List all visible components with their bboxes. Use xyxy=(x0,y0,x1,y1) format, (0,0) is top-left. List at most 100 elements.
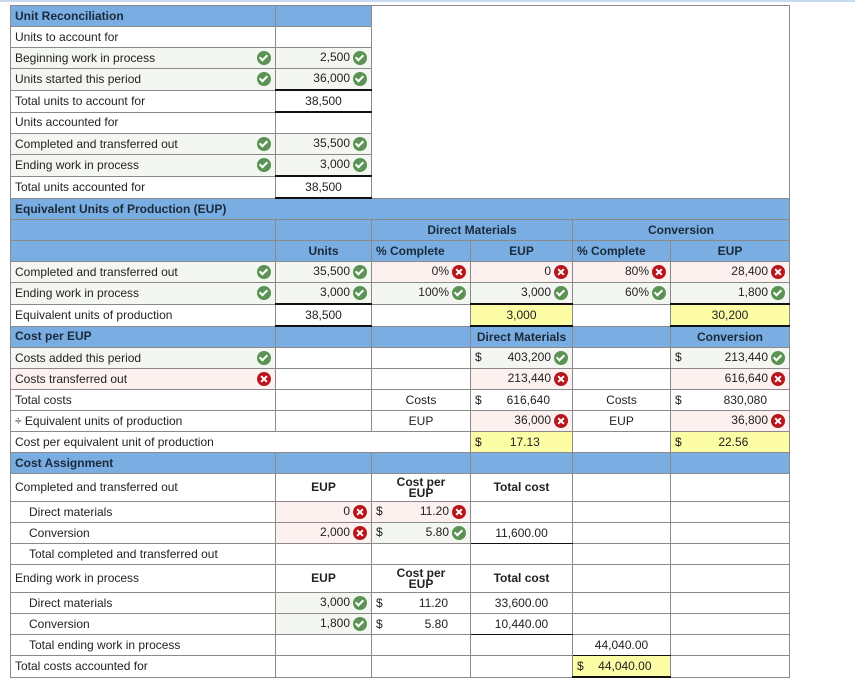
conv-pct-input[interactable]: 80% xyxy=(572,261,671,283)
table-row: Direct materials 3,000 $11.20 33,600.00 xyxy=(10,592,790,614)
row-label-cell[interactable]: Units started this period xyxy=(10,68,276,91)
col-header-eup: EUP xyxy=(275,564,372,593)
eup-group-header: Direct Materials Conversion xyxy=(10,219,790,241)
total-value: 38,500 xyxy=(275,175,372,199)
total-conv-eup: 30,200 xyxy=(670,303,790,327)
section-title: Equivalent Units of Production (EUP) xyxy=(10,197,790,220)
section-header-cost-per-eup: Cost per EUP Direct Materials Conversion xyxy=(10,325,790,348)
cost-per-eup: $5.80 xyxy=(371,613,471,635)
table-row: Conversion 1,800 $5.80 10,440.00 xyxy=(10,613,790,635)
row-label: Equivalent units of production xyxy=(10,303,276,327)
check-icon xyxy=(452,286,466,301)
x-icon xyxy=(353,505,367,519)
col-header-total-cost: Total cost xyxy=(470,564,573,593)
total-cost xyxy=(470,501,573,523)
row-label: Total costs xyxy=(10,389,276,411)
table-row: Ending work in process 3,000 100% 3,000 … xyxy=(10,282,790,305)
check-icon xyxy=(353,72,367,86)
x-icon xyxy=(554,372,568,386)
units-input[interactable]: 35,500 xyxy=(275,261,372,283)
ending-header-row: Ending work in process EUP Cost per EUP T… xyxy=(10,564,790,593)
x-icon xyxy=(452,505,466,519)
cost-per-eup-input[interactable]: $5.80 xyxy=(371,522,471,544)
cost-per-eup-input[interactable]: $11.20 xyxy=(371,501,471,523)
conv-cost-input[interactable]: $213,440 xyxy=(670,347,790,369)
row-label: Units to account for xyxy=(10,26,276,48)
dm-cost-input[interactable]: $403,200 xyxy=(470,347,573,369)
total-units: 38,500 xyxy=(275,303,372,327)
row-label: Direct materials xyxy=(10,501,276,523)
total-completed-value xyxy=(572,543,671,565)
eup-input[interactable]: 2,000 xyxy=(275,522,372,544)
row-label: ÷ Equivalent units of production xyxy=(10,410,276,432)
check-icon xyxy=(353,596,367,610)
check-icon xyxy=(353,286,367,300)
row-label-cell[interactable]: Ending work in process xyxy=(10,154,276,177)
check-icon xyxy=(257,137,271,151)
grand-total-value: $44,040.00 xyxy=(572,655,671,678)
dm-cost-input[interactable]: 213,440 xyxy=(470,368,573,390)
group-header-direct-materials: Direct Materials xyxy=(371,219,573,241)
value-input[interactable]: 36,000 xyxy=(275,68,372,91)
table-row: Costs added this period $403,200 $213,44… xyxy=(10,347,790,369)
dm-pct-input[interactable]: 100% xyxy=(371,282,471,305)
group-header-conversion: Conversion xyxy=(572,219,790,241)
table-row-result: Cost per equivalent unit of production $… xyxy=(10,431,790,453)
row-label: Direct materials xyxy=(10,592,276,614)
units-input[interactable]: 3,000 xyxy=(275,282,372,305)
dm-eup-input[interactable]: 0 xyxy=(470,261,573,283)
process-costing-worksheet: Unit Reconciliation Units to account for… xyxy=(10,5,790,678)
col-header-conversion: Conversion xyxy=(670,325,790,348)
total-value: 38,500 xyxy=(275,89,372,113)
row-label-cell[interactable]: Completed and transferred out xyxy=(10,261,276,283)
check-icon xyxy=(652,286,666,301)
row-label: Conversion xyxy=(10,613,276,635)
dm-cost-per-eup: $17.13 xyxy=(470,431,573,453)
check-icon xyxy=(257,351,271,365)
row-label: Units accounted for xyxy=(10,111,276,134)
row-label-cell[interactable]: Costs transferred out xyxy=(10,368,276,390)
check-icon xyxy=(771,286,785,300)
total-cost: 33,600.00 xyxy=(470,592,573,614)
dm-eup-input[interactable]: 3,000 xyxy=(470,282,573,305)
section-title: Unit Reconciliation xyxy=(10,5,276,27)
table-row-grand-total: Total costs accounted for $44,040.00 xyxy=(10,655,790,678)
conv-total-cost: $830,080 xyxy=(670,389,790,411)
eup-input[interactable]: 1,800 xyxy=(275,613,372,635)
dm-pct-input[interactable]: 0% xyxy=(371,261,471,283)
cost-per-eup: $11.20 xyxy=(371,592,471,614)
x-icon xyxy=(554,414,568,428)
x-icon xyxy=(771,265,785,279)
table-row-total: Total completed and transferred out xyxy=(10,543,790,565)
conv-cost-input[interactable]: 616,640 xyxy=(670,368,790,390)
value-input[interactable]: 2,500 xyxy=(275,47,372,69)
check-icon xyxy=(353,137,367,151)
conv-pct-input[interactable]: 60% xyxy=(572,282,671,305)
dm-eup-input[interactable]: 36,000 xyxy=(470,410,573,432)
conv-eup-input[interactable]: 28,400 xyxy=(670,261,790,283)
table-row-total: Equivalent units of production 38,500 3,… xyxy=(10,303,790,327)
x-icon xyxy=(554,265,568,279)
row-label-cell[interactable]: Ending work in process xyxy=(10,282,276,305)
conv-eup-input[interactable]: 1,800 xyxy=(670,282,790,305)
value-input[interactable]: 35,500 xyxy=(275,133,372,155)
side-label-eup: EUP xyxy=(371,410,471,432)
value-input[interactable]: 3,000 xyxy=(275,154,372,177)
check-icon xyxy=(554,351,568,365)
eup-input[interactable]: 3,000 xyxy=(275,592,372,614)
eup-input[interactable]: 0 xyxy=(275,501,372,523)
dm-total-cost: $616,640 xyxy=(470,389,573,411)
col-header-total-cost: Total cost xyxy=(470,473,573,502)
section-header-eup: Equivalent Units of Production (EUP) xyxy=(10,197,790,220)
row-label-cell[interactable]: Costs added this period xyxy=(10,347,276,369)
side-label-costs: Costs xyxy=(572,389,671,411)
x-icon xyxy=(652,265,666,279)
row-label-cell[interactable]: Beginning work in process xyxy=(10,47,276,69)
section-header-unit-reconciliation: Unit Reconciliation xyxy=(10,5,790,199)
col-header-conv-pct: % Complete xyxy=(572,240,671,262)
section-header-cost-assignment: Cost Assignment xyxy=(10,452,790,474)
conv-eup-input[interactable]: 36,800 xyxy=(670,410,790,432)
row-label-cell[interactable]: Completed and transferred out xyxy=(10,133,276,155)
table-row-total: Total ending work in process 44,040.00 xyxy=(10,634,790,656)
total-cost: 10,440.00 xyxy=(470,613,573,635)
